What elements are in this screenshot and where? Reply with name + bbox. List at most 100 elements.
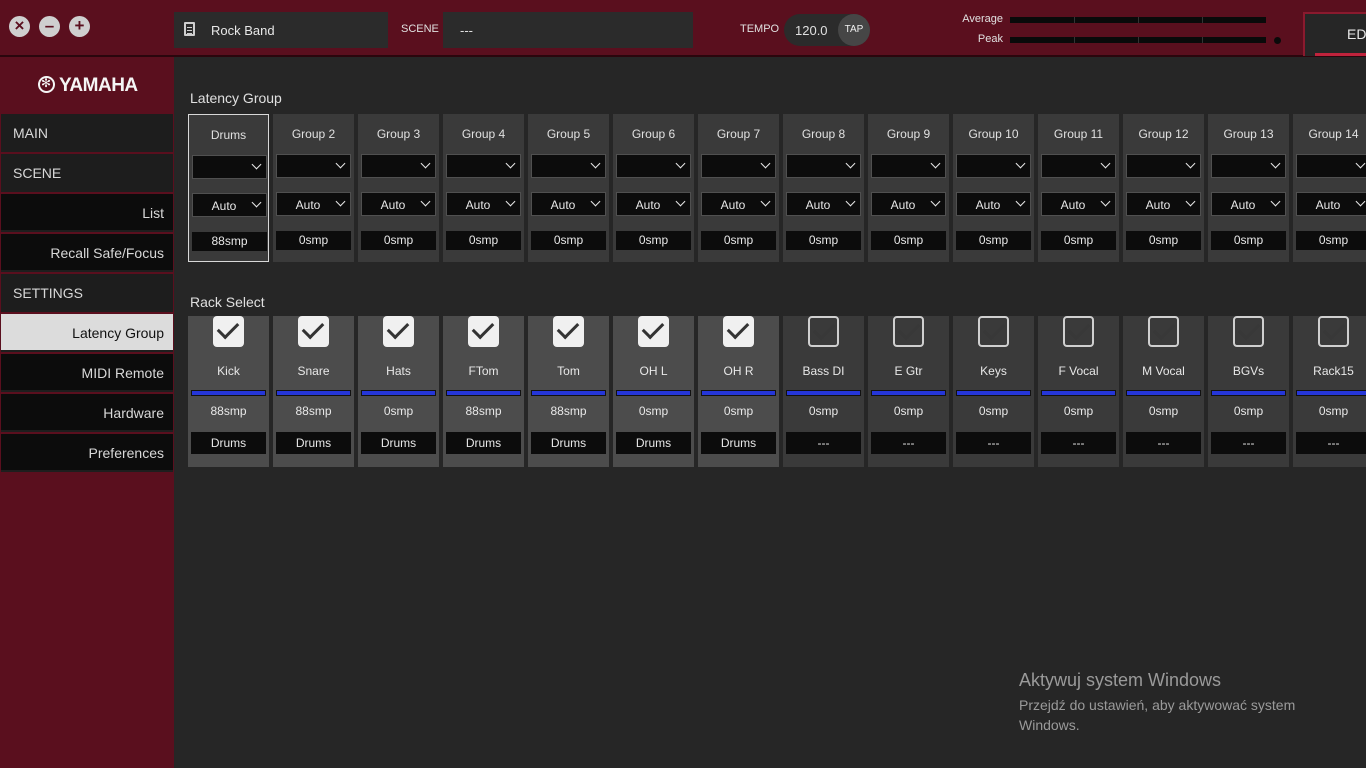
rack-latency-samples: 0smp	[1318, 404, 1349, 418]
sidebar-item-recall-safe-focus[interactable]: Recall Safe/Focus	[1, 234, 173, 272]
rack-checkbox[interactable]	[1233, 316, 1264, 347]
latency-group-column[interactable]: Group 12 Auto 0smp	[1123, 114, 1204, 262]
rack-color-bar	[616, 390, 691, 396]
latency-group-column[interactable]: Group 7 Auto 0smp	[698, 114, 779, 262]
latency-mode-dropdown[interactable]: Auto	[361, 192, 436, 216]
latency-mode-value: Auto	[550, 198, 576, 212]
sidebar-item-label: Recall Safe/Focus	[50, 245, 164, 261]
latency-group-column[interactable]: Group 13 Auto 0smp	[1208, 114, 1289, 262]
latency-mode-dropdown[interactable]: Auto	[616, 192, 691, 216]
latency-group-column[interactable]: Group 14 Auto 0smp	[1293, 114, 1366, 262]
sidebar-item-midi-remote[interactable]: MIDI Remote	[1, 354, 173, 392]
rack-group-assignment[interactable]: Drums	[361, 432, 436, 454]
rack-checkbox[interactable]	[638, 316, 669, 347]
rack-group-assignment[interactable]: Drums	[701, 432, 776, 454]
maximize-icon[interactable]: +	[69, 16, 90, 37]
rack-group-assignment[interactable]: Drums	[446, 432, 521, 454]
sidebar-item-main[interactable]: MAIN	[1, 114, 173, 152]
rack-group-assignment[interactable]: ---	[1296, 432, 1366, 454]
group-select-dropdown[interactable]	[531, 154, 606, 178]
latency-group-column[interactable]: Group 5 Auto 0smp	[528, 114, 609, 262]
latency-mode-dropdown[interactable]: Auto	[446, 192, 521, 216]
group-select-dropdown[interactable]	[616, 154, 691, 178]
latency-mode-dropdown[interactable]: Auto	[1041, 192, 1116, 216]
latency-mode-dropdown[interactable]: Auto	[1211, 192, 1286, 216]
sidebar-item-list[interactable]: List	[1, 194, 173, 232]
sidebar-item-settings[interactable]: SETTINGS	[1, 274, 173, 312]
rack-checkbox[interactable]	[298, 316, 329, 347]
project-selector[interactable]: Rock Band	[174, 12, 388, 48]
latency-mode-dropdown[interactable]: Auto	[531, 192, 606, 216]
rack-name: E Gtr	[894, 364, 923, 378]
rack-checkbox[interactable]	[213, 316, 244, 347]
latency-group-column[interactable]: Group 6 Auto 0smp	[613, 114, 694, 262]
checkmark-icon	[897, 317, 921, 341]
rack-checkbox[interactable]	[553, 316, 584, 347]
rack-column: FTom 88smp Drums	[443, 316, 524, 467]
latency-group-column[interactable]: Group 8 Auto 0smp	[783, 114, 864, 262]
group-select-dropdown[interactable]	[956, 154, 1031, 178]
latency-group-column[interactable]: Drums Auto 88smp	[188, 114, 269, 262]
minimize-icon[interactable]: –	[39, 16, 60, 37]
sidebar-item-scene[interactable]: SCENE	[1, 154, 173, 192]
rack-group-assignment[interactable]: ---	[956, 432, 1031, 454]
rack-group-assignment[interactable]: Drums	[531, 432, 606, 454]
chevron-down-icon	[675, 158, 686, 169]
rack-checkbox[interactable]	[383, 316, 414, 347]
close-icon[interactable]: ×	[9, 16, 30, 37]
group-select-dropdown[interactable]	[1211, 154, 1286, 178]
rack-group-assignment[interactable]: Drums	[191, 432, 266, 454]
sidebar-item-latency-group[interactable]: Latency Group	[1, 314, 173, 352]
rack-column: OH R 0smp Drums	[698, 316, 779, 467]
checkmark-icon	[301, 316, 325, 340]
group-select-dropdown[interactable]	[1296, 154, 1366, 178]
rack-checkbox[interactable]	[1063, 316, 1094, 347]
group-select-dropdown[interactable]	[786, 154, 861, 178]
rack-checkbox[interactable]	[1318, 316, 1349, 347]
rack-column: Tom 88smp Drums	[528, 316, 609, 467]
tap-tempo-button[interactable]: TAP	[838, 14, 870, 46]
group-select-dropdown[interactable]	[276, 154, 351, 178]
group-select-dropdown[interactable]	[361, 154, 436, 178]
rack-checkbox[interactable]	[723, 316, 754, 347]
group-select-dropdown[interactable]	[701, 154, 776, 178]
sidebar-item-hardware[interactable]: Hardware	[1, 394, 173, 432]
sidebar-item-preferences[interactable]: Preferences	[1, 434, 173, 472]
latency-mode-dropdown[interactable]: Auto	[871, 192, 946, 216]
rack-group-assignment[interactable]: ---	[1041, 432, 1116, 454]
rack-checkbox[interactable]	[978, 316, 1009, 347]
group-select-dropdown[interactable]	[871, 154, 946, 178]
latency-group-column[interactable]: Group 3 Auto 0smp	[358, 114, 439, 262]
latency-group-column[interactable]: Group 2 Auto 0smp	[273, 114, 354, 262]
group-select-dropdown[interactable]	[192, 155, 267, 179]
group-latency-samples: 0smp	[1041, 231, 1116, 250]
latency-group-column[interactable]: Group 10 Auto 0smp	[953, 114, 1034, 262]
rack-checkbox[interactable]	[468, 316, 499, 347]
group-select-dropdown[interactable]	[1126, 154, 1201, 178]
scene-field[interactable]: ---	[443, 12, 693, 48]
latency-mode-dropdown[interactable]: Auto	[192, 193, 267, 217]
rack-checkbox[interactable]	[893, 316, 924, 347]
latency-mode-dropdown[interactable]: Auto	[1126, 192, 1201, 216]
rack-group-assignment[interactable]: ---	[786, 432, 861, 454]
peak-indicator	[1274, 37, 1281, 44]
group-select-dropdown[interactable]	[446, 154, 521, 178]
rack-group-assignment[interactable]: ---	[871, 432, 946, 454]
latency-mode-dropdown[interactable]: Auto	[956, 192, 1031, 216]
rack-group-assignment[interactable]: ---	[1126, 432, 1201, 454]
latency-mode-dropdown[interactable]: Auto	[276, 192, 351, 216]
latency-group-column[interactable]: Group 4 Auto 0smp	[443, 114, 524, 262]
rack-group-assignment[interactable]: Drums	[616, 432, 691, 454]
rack-group-assignment[interactable]: Drums	[276, 432, 351, 454]
latency-mode-dropdown[interactable]: Auto	[701, 192, 776, 216]
latency-group-column[interactable]: Group 9 Auto 0smp	[868, 114, 949, 262]
latency-mode-dropdown[interactable]: Auto	[786, 192, 861, 216]
edit-tab[interactable]: EDI	[1303, 12, 1366, 56]
latency-mode-dropdown[interactable]: Auto	[1296, 192, 1366, 216]
latency-group-column[interactable]: Group 11 Auto 0smp	[1038, 114, 1119, 262]
group-select-dropdown[interactable]	[1041, 154, 1116, 178]
chevron-down-icon	[930, 158, 941, 169]
rack-checkbox[interactable]	[1148, 316, 1179, 347]
rack-group-assignment[interactable]: ---	[1211, 432, 1286, 454]
rack-checkbox[interactable]	[808, 316, 839, 347]
